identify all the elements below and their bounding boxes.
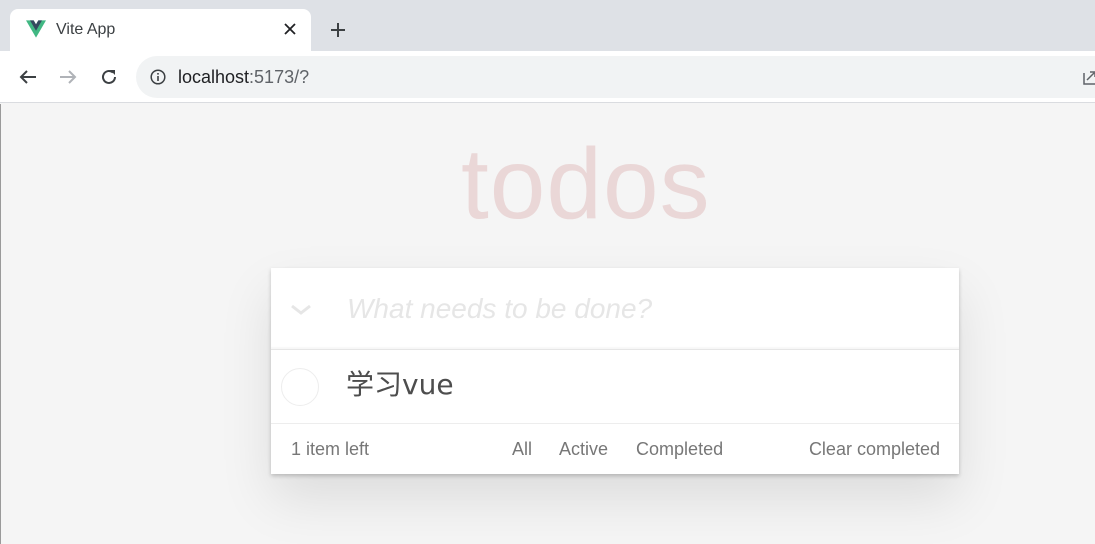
browser-toolbar: localhost:5173/?	[0, 51, 1095, 103]
new-tab-button[interactable]	[326, 18, 350, 42]
filters: All Active Completed	[503, 439, 723, 460]
window-edge	[0, 104, 1, 544]
items-left-count: 1 item left	[291, 439, 370, 459]
tab-title: Vite App	[56, 21, 116, 38]
todo-label[interactable]: 学习vue	[346, 368, 454, 402]
new-todo-row	[271, 268, 959, 350]
tab-strip: Vite App	[0, 0, 1095, 51]
url-port-path: :5173/?	[249, 67, 310, 87]
filter-completed[interactable]: Completed	[636, 439, 723, 460]
filter-active[interactable]: Active	[559, 439, 608, 460]
todo-item: 学习vue	[271, 350, 959, 424]
address-bar[interactable]: localhost:5173/?	[136, 56, 1095, 98]
page-content: todos 学习vue 1 item left All Active Compl…	[0, 104, 1095, 544]
arrow-right-icon	[60, 70, 77, 84]
todo-checkbox[interactable]	[281, 368, 319, 406]
tab-close-icon[interactable]	[281, 20, 299, 38]
url-text[interactable]: localhost:5173/?	[178, 67, 309, 88]
toggle-all-chevron-icon[interactable]	[288, 299, 314, 319]
clear-completed-button[interactable]: Clear completed	[809, 439, 940, 460]
reload-icon	[102, 69, 116, 84]
back-button[interactable]	[14, 63, 42, 91]
url-host: localhost	[178, 67, 250, 87]
info-icon[interactable]	[150, 69, 166, 85]
reload-button[interactable]	[95, 63, 123, 91]
todo-footer: 1 item left All Active Completed Clear c…	[271, 424, 959, 474]
browser-tab[interactable]: Vite App	[10, 9, 311, 51]
arrow-left-icon	[19, 70, 36, 84]
todo-app: 学习vue 1 item left All Active Completed C…	[271, 268, 959, 474]
forward-button[interactable]	[54, 63, 82, 91]
app-title: todos	[461, 128, 711, 240]
filter-all[interactable]: All	[512, 439, 532, 460]
new-todo-input[interactable]	[331, 268, 951, 350]
vue-logo-icon	[26, 20, 46, 38]
share-icon[interactable]	[1083, 69, 1095, 85]
